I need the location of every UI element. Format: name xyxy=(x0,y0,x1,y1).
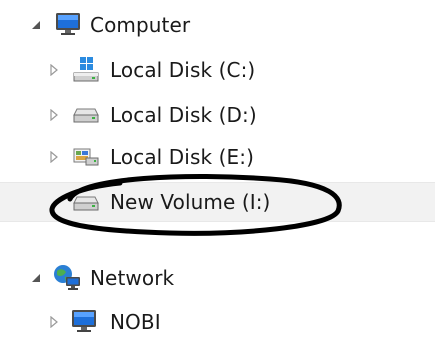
computer-icon xyxy=(54,11,80,37)
collapsed-arrow-icon[interactable] xyxy=(48,64,62,78)
tree-item-label: NOBI xyxy=(110,310,161,334)
collapsed-arrow-icon[interactable] xyxy=(48,109,62,123)
expanded-arrow-icon[interactable] xyxy=(30,272,44,286)
tree-item-label: Local Disk (C:) xyxy=(110,58,256,82)
tree-item-label: Network xyxy=(90,266,175,290)
tree-item-network-computer[interactable]: NOBI xyxy=(0,302,435,342)
tree-item-label: Local Disk (E:) xyxy=(110,145,254,169)
tree-item-drive[interactable]: Local Disk (D:) xyxy=(0,95,435,135)
tree-item-computer[interactable]: Computer xyxy=(0,5,435,45)
hard-drive-icon xyxy=(72,193,99,219)
tree-item-drive[interactable]: Local Disk (C:) xyxy=(0,50,435,90)
tree-item-drive-selected[interactable]: New Volume (I:) xyxy=(0,182,435,222)
tree-item-label: New Volume (I:) xyxy=(110,190,271,214)
tree-item-drive[interactable]: Local Disk (E:) xyxy=(0,137,435,177)
hard-drive-icon xyxy=(72,105,99,131)
windows-drive-icon xyxy=(72,56,99,82)
collapsed-arrow-icon[interactable] xyxy=(48,316,62,330)
computer-icon xyxy=(70,308,96,334)
recovery-drive-icon xyxy=(72,145,99,171)
tree-item-label: Local Disk (D:) xyxy=(110,103,257,127)
network-icon xyxy=(52,263,80,290)
tree-item-label: Computer xyxy=(90,13,191,37)
expanded-arrow-icon[interactable] xyxy=(30,19,44,33)
tree-item-network[interactable]: Network xyxy=(0,258,435,298)
collapsed-arrow-icon[interactable] xyxy=(48,151,62,165)
